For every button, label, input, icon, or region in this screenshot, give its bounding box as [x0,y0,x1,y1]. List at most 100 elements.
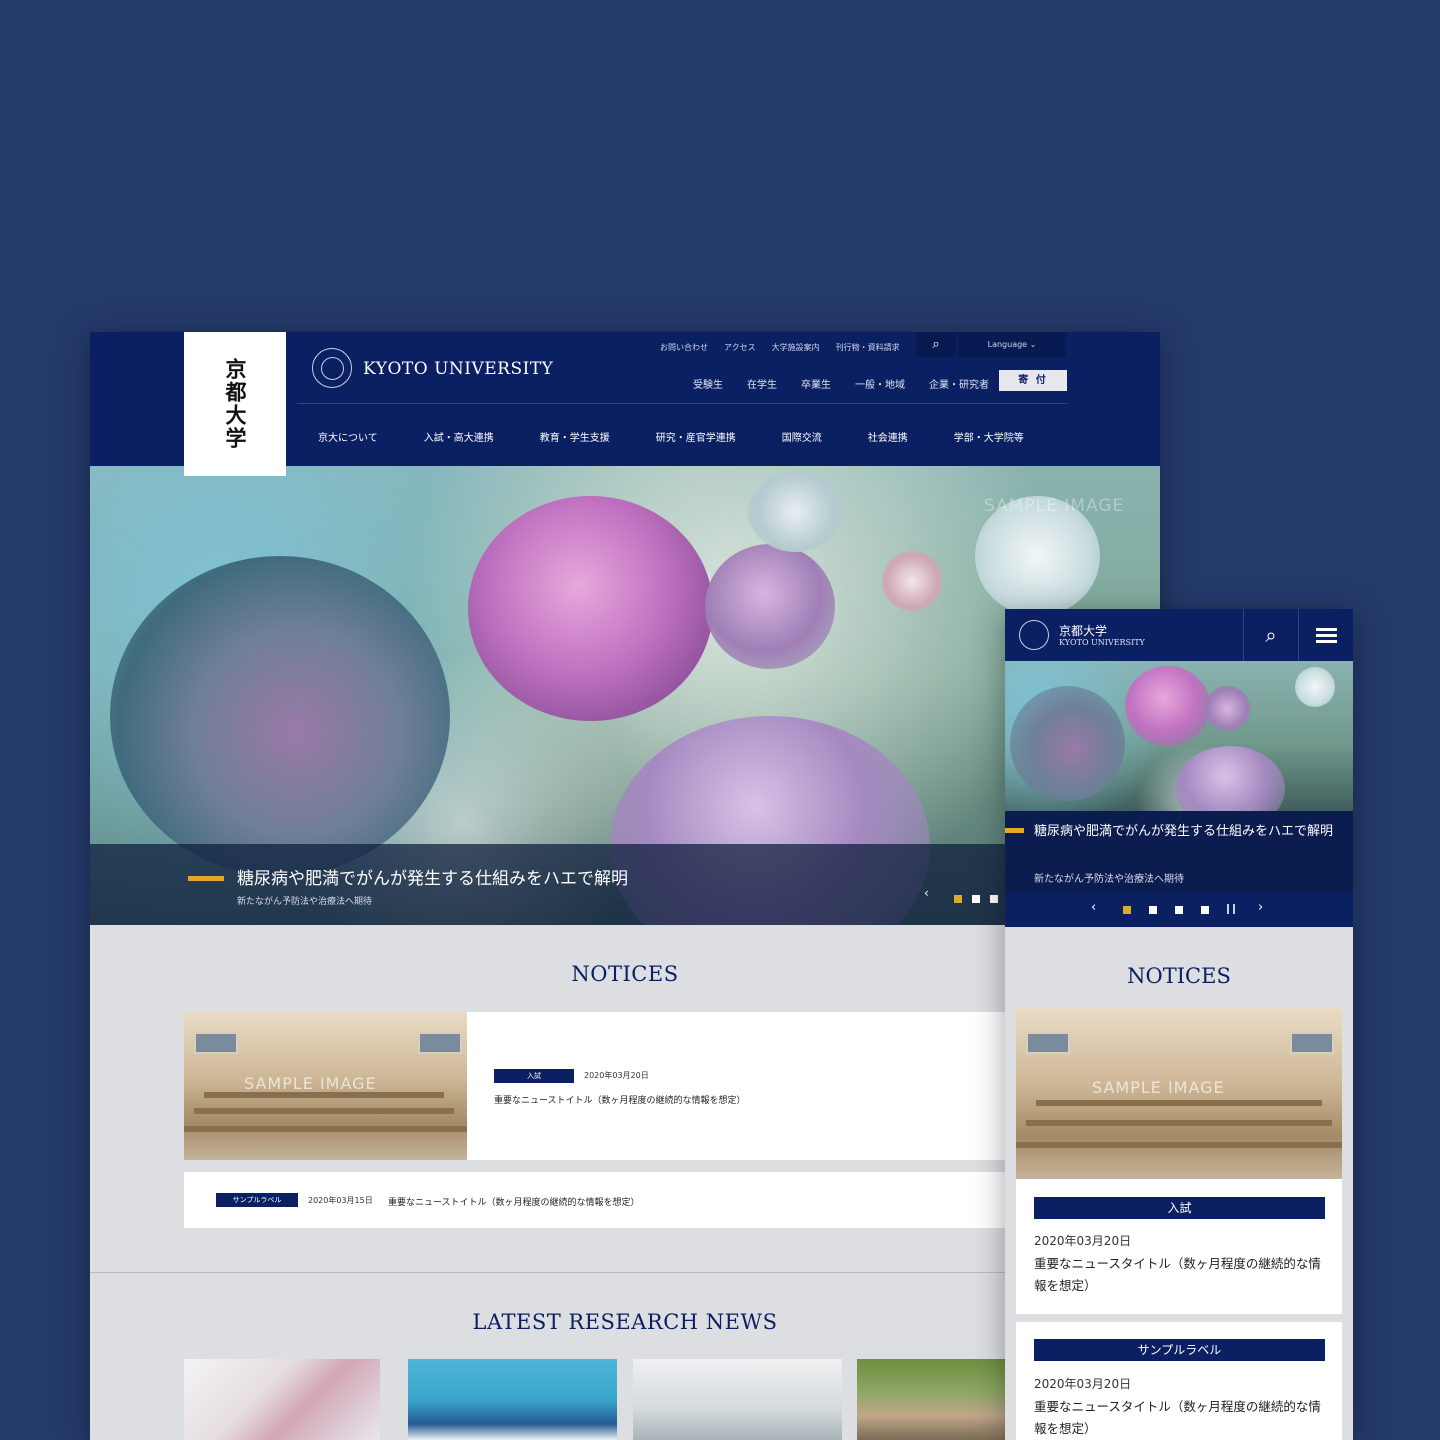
slider-controls: ‹ › [1005,893,1353,927]
slider-dot[interactable] [1149,906,1157,914]
notice-card[interactable]: サンプルラベル 2020年03月20日 重要なニュースタイトル（数ヶ月程度の継続… [1016,1322,1342,1440]
window-decoration [1026,1032,1070,1054]
university-emblem-icon [1019,620,1049,650]
header-divider [297,403,1067,404]
caption-accent-bar [188,876,224,881]
category-tag: 入試 [494,1069,574,1083]
desktop-mockup: KYOTO UNIVERSITY お問い合わせ アクセス 大学施設案内 刊行物・… [90,332,1160,1440]
search-icon[interactable]: ⌕ [916,332,956,357]
notices-heading: NOTICES [1127,964,1231,988]
window-decoration [1290,1032,1334,1054]
category-tag: 入試 [1034,1197,1325,1219]
notice-date: 2020年03月20日 [1034,1234,1132,1248]
nav-item-community[interactable]: 社会連携 [868,429,908,444]
nav-item-about[interactable]: 京大について [318,429,378,444]
cell-image-decoration [1125,666,1210,746]
audience-link-applicants[interactable]: 受験生 [693,376,723,391]
lecture-hall-image: SAMPLE IMAGE [1016,1008,1342,1179]
hero-subtitle: 新たながん予防法や治療法へ期待 [1034,874,1184,885]
research-news-heading: LATEST RESEARCH NEWS [472,1310,778,1334]
slider-next-icon[interactable]: › [1258,900,1263,915]
cell-image-decoration [748,472,843,552]
notice-title[interactable]: 重要なニュースタイトル（数ヶ月程度の継続的な情報を想定） [1034,1253,1326,1297]
util-link-publications[interactable]: 刊行物・資料請求 [836,342,900,353]
mobile-hero-image[interactable] [1005,661,1353,811]
audience-link-public[interactable]: 一般・地域 [855,376,905,391]
notices-heading: NOTICES [571,962,679,986]
menu-line [1316,628,1337,631]
menu-line [1316,640,1337,643]
notice-title[interactable]: 重要なニュースタイトル（数ヶ月程度の継続的な情報を想定） [1034,1396,1326,1440]
cell-image-decoration [705,544,835,669]
desk-decoration [1036,1100,1322,1106]
cell-image-decoration [1205,686,1250,731]
slider-dot[interactable] [1175,906,1183,914]
cell-image-decoration [882,551,942,611]
slider-dot[interactable] [990,895,998,903]
notice-date: 2020年03月20日 [1034,1377,1132,1391]
hero-slider[interactable]: SAMPLE IMAGE 糖尿病や肥満でがんが発生する仕組みをハエで解明 新たな… [90,466,1160,925]
section-divider [90,1272,1160,1273]
notice-title[interactable]: 重要なニューストイトル（数ヶ月程度の継続的な情報を想定） [388,1195,640,1208]
utility-links: お問い合わせ アクセス 大学施設案内 刊行物・資料請求 [660,342,900,353]
slider-dot-active[interactable] [954,895,962,903]
nav-item-faculties[interactable]: 学部・大学院等 [954,429,1024,444]
desk-decoration [1026,1120,1332,1126]
category-tag: サンプルラベル [216,1193,298,1207]
desk-decoration [194,1108,454,1114]
logo-text: 京都大学 [223,358,248,450]
hero-title[interactable]: 糖尿病や肥満でがんが発生する仕組みをハエで解明 [1034,821,1334,843]
brand-name[interactable]: KYOTO UNIVERSITY [363,359,553,379]
sample-image-watermark: SAMPLE IMAGE [984,496,1125,516]
nav-item-admissions[interactable]: 入試・高大連携 [424,429,494,444]
category-tag: サンプルラベル [1034,1339,1325,1361]
cell-image-decoration [110,556,450,876]
slider-prev-icon[interactable]: ‹ [924,886,929,900]
sample-image-watermark: SAMPLE IMAGE [1092,1078,1225,1097]
language-dropdown[interactable]: Language ⌄ [958,332,1066,357]
global-nav: 京大について 入試・高大連携 教育・学生支援 研究・産官学連携 国際交流 社会連… [318,429,1070,444]
university-logo[interactable]: 京都大学 [184,332,286,476]
util-link-contact[interactable]: お問い合わせ [660,342,708,353]
university-emblem-icon [312,348,352,388]
notice-title[interactable]: 重要なニューストイトル（数ヶ月程度の継続的な情報を想定） [494,1093,746,1106]
menu-line [1316,634,1337,637]
research-thumbnail[interactable] [633,1359,842,1440]
hamburger-menu-icon[interactable] [1298,609,1353,661]
donate-button[interactable]: 寄 付 [999,370,1067,391]
nav-item-education[interactable]: 教育・学生支援 [540,429,610,444]
search-icon[interactable]: ⌕ [1243,609,1298,661]
slider-dot[interactable] [972,895,980,903]
util-link-access[interactable]: アクセス [724,342,756,353]
notice-card-featured[interactable]: SAMPLE IMAGE 入試 2020年03月20日 重要なニュースタイトル（… [1016,1008,1342,1314]
slider-dot-active[interactable] [1123,906,1131,914]
audience-link-students[interactable]: 在学生 [747,376,777,391]
research-thumbnail[interactable] [184,1359,380,1440]
audience-link-alumni[interactable]: 卒業生 [801,376,831,391]
nav-item-research[interactable]: 研究・産官学連携 [656,429,736,444]
caption-accent-bar [1005,828,1024,833]
window-decoration [418,1032,462,1054]
pause-icon[interactable] [1227,904,1235,914]
research-thumbnail[interactable] [857,1359,1017,1440]
slider-prev-icon[interactable]: ‹ [1091,900,1096,915]
audience-link-business[interactable]: 企業・研究者 [929,376,989,391]
cell-image-decoration [468,496,713,721]
mobile-hero-caption: 糖尿病や肥満でがんが発生する仕組みをハエで解明 新たながん予防法や治療法へ期待 [1005,811,1353,893]
hero-title[interactable]: 糖尿病や肥満でがんが発生する仕組みをハエで解明 [237,864,628,889]
sample-image-watermark: SAMPLE IMAGE [244,1074,377,1093]
research-thumbnail[interactable] [408,1359,617,1440]
hero-caption: 糖尿病や肥満でがんが発生する仕組みをハエで解明 新たながん予防法や治療法へ期待 … [90,844,1160,925]
notice-date: 2020年03月15日 [308,1196,373,1205]
hero-subtitle: 新たながん予防法や治療法へ期待 [237,897,373,907]
slider-dot[interactable] [1201,906,1209,914]
desk-decoration [1016,1142,1342,1148]
audience-links: 受験生 在学生 卒業生 一般・地域 企業・研究者 [693,376,989,391]
brand-name-en[interactable]: KYOTO UNIVERSITY [1059,638,1145,647]
brand-name-ja[interactable]: 京都大学 [1059,622,1107,639]
nav-item-international[interactable]: 国際交流 [782,429,822,444]
util-link-facilities[interactable]: 大学施設案内 [772,342,820,353]
cell-image-decoration [1010,686,1125,801]
desk-decoration [184,1126,467,1132]
lecture-hall-image: SAMPLE IMAGE [184,1012,467,1160]
